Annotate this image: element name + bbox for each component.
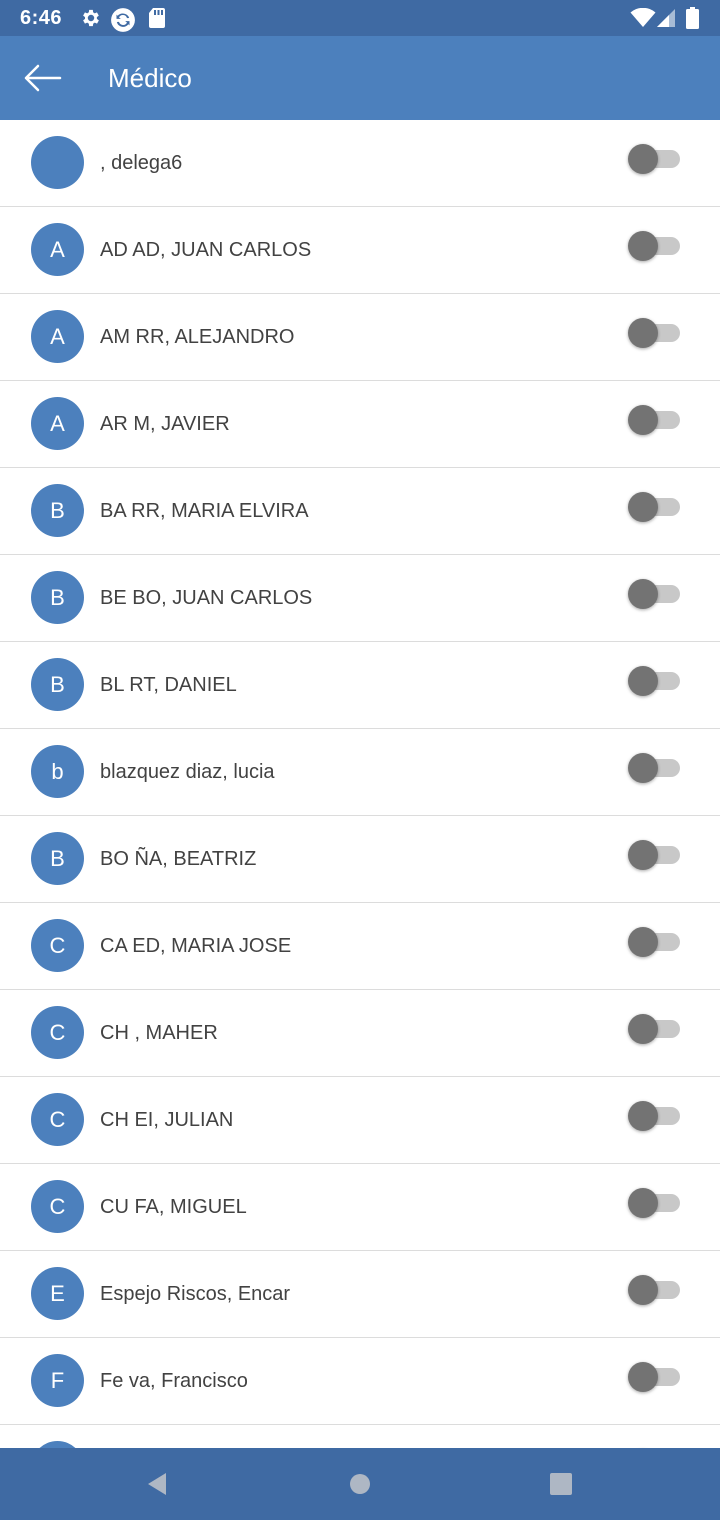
avatar: b (31, 745, 84, 798)
avatar: B (31, 832, 84, 885)
toggle-switch[interactable] (628, 142, 682, 176)
toggle-switch[interactable] (628, 1360, 682, 1394)
doctor-name: Espejo Riscos, Encar (100, 1283, 291, 1305)
doctor-name: BO ÑA, BEATRIZ (100, 848, 257, 870)
avatar: F (31, 1354, 84, 1407)
toggle-switch[interactable] (628, 403, 682, 437)
toggle-switch[interactable] (628, 664, 682, 698)
triangle-back-icon (148, 1473, 166, 1495)
navigation-bar (0, 1448, 720, 1520)
doctor-name: BA RR, MARIA ELVIRA (100, 500, 309, 522)
doctor-name: blazquez diaz, lucia (100, 761, 275, 783)
list-item[interactable]: A AD AD, JUAN CARLOS (0, 207, 720, 294)
avatar: B (31, 658, 84, 711)
doctor-name: AD AD, JUAN CARLOS (100, 239, 312, 261)
toggle-switch[interactable] (628, 925, 682, 959)
doctor-name: BL RT, DANIEL (100, 674, 237, 696)
doctor-name: CH EI, JULIAN (100, 1109, 234, 1131)
avatar (31, 1441, 84, 1448)
list-item[interactable]: E Espejo Riscos, Encar (0, 1251, 720, 1338)
avatar (31, 136, 84, 189)
avatar: C (31, 1093, 84, 1146)
battery-icon (686, 7, 699, 29)
toggle-thumb (628, 840, 658, 870)
wifi-icon (630, 8, 656, 27)
doctor-name: CH , MAHER (100, 1022, 218, 1044)
toggle-thumb (628, 231, 658, 261)
doctor-name: AM RR, ALEJANDRO (100, 326, 295, 348)
list-item[interactable]: C CA ED, MARIA JOSE (0, 903, 720, 990)
doctor-list: , delega6 A AD AD, JUAN CARLOS A AM RR, … (0, 120, 720, 1448)
page-title: Médico (108, 63, 192, 93)
toggle-switch[interactable] (628, 229, 682, 263)
list-item[interactable]: b blazquez diaz, lucia (0, 729, 720, 816)
list-item[interactable]: C CU FA, MIGUEL (0, 1164, 720, 1251)
nav-home-button[interactable] (340, 1466, 380, 1502)
avatar: B (31, 484, 84, 537)
toggle-switch[interactable] (628, 1012, 682, 1046)
nav-recent-button[interactable] (541, 1466, 581, 1502)
toggle-thumb (628, 1101, 658, 1131)
list-item[interactable]: C CH , MAHER (0, 990, 720, 1077)
toggle-thumb (628, 666, 658, 696)
circle-home-icon (350, 1474, 370, 1494)
arrow-left-icon (24, 64, 62, 92)
avatar: B (31, 571, 84, 624)
toggle-switch[interactable] (628, 316, 682, 350)
sync-icon (111, 8, 135, 32)
toggle-switch[interactable] (628, 490, 682, 524)
nav-back-button[interactable] (138, 1466, 178, 1502)
doctor-name: BE BO, JUAN CARLOS (100, 587, 313, 609)
toggle-thumb (628, 1188, 658, 1218)
square-recent-icon (550, 1473, 572, 1495)
avatar: C (31, 1180, 84, 1233)
avatar: C (31, 1006, 84, 1059)
doctor-name: AR M, JAVIER (100, 413, 230, 435)
status-bar: 6:46 (0, 0, 720, 36)
app-bar: Médico (0, 36, 720, 120)
list-item[interactable]: A AM RR, ALEJANDRO (0, 294, 720, 381)
doctor-name: CU FA, MIGUEL (100, 1196, 247, 1218)
toggle-thumb (628, 1014, 658, 1044)
avatar: C (31, 919, 84, 972)
doctor-name: CA ED, MARIA JOSE (100, 935, 292, 957)
toggle-thumb (628, 144, 658, 174)
toggle-thumb (628, 318, 658, 348)
avatar: A (31, 397, 84, 450)
doctor-name: , delega6 (100, 152, 183, 174)
toggle-switch[interactable] (628, 1099, 682, 1133)
back-button[interactable] (20, 58, 64, 98)
toggle-switch[interactable] (628, 751, 682, 785)
toggle-thumb (628, 579, 658, 609)
toggle-thumb (628, 405, 658, 435)
status-time: 6:46 (20, 7, 63, 29)
list-item[interactable]: B BA RR, MARIA ELVIRA (0, 468, 720, 555)
list-item[interactable]: B BO ÑA, BEATRIZ (0, 816, 720, 903)
list-item[interactable]: , delega6 (0, 120, 720, 207)
toggle-switch[interactable] (628, 1186, 682, 1220)
toggle-thumb (628, 492, 658, 522)
avatar: E (31, 1267, 84, 1320)
toggle-thumb (628, 927, 658, 957)
toggle-thumb (628, 1275, 658, 1305)
doctor-name: Fe va, Francisco (100, 1370, 248, 1392)
list-item[interactable]: F Fe va, Francisco (0, 1338, 720, 1425)
sd-card-icon (149, 8, 165, 28)
list-item[interactable]: C CH EI, JULIAN (0, 1077, 720, 1164)
avatar: A (31, 223, 84, 276)
list-item[interactable]: B BE BO, JUAN CARLOS (0, 555, 720, 642)
list-item[interactable]: B BL RT, DANIEL (0, 642, 720, 729)
list-item[interactable] (0, 1425, 720, 1448)
toggle-switch[interactable] (628, 577, 682, 611)
avatar: A (31, 310, 84, 363)
toggle-thumb (628, 1362, 658, 1392)
toggle-switch[interactable] (628, 838, 682, 872)
signal-icon (657, 9, 675, 27)
toggle-thumb (628, 753, 658, 783)
list-item[interactable]: A AR M, JAVIER (0, 381, 720, 468)
toggle-switch[interactable] (628, 1273, 682, 1307)
gear-icon (83, 9, 99, 27)
